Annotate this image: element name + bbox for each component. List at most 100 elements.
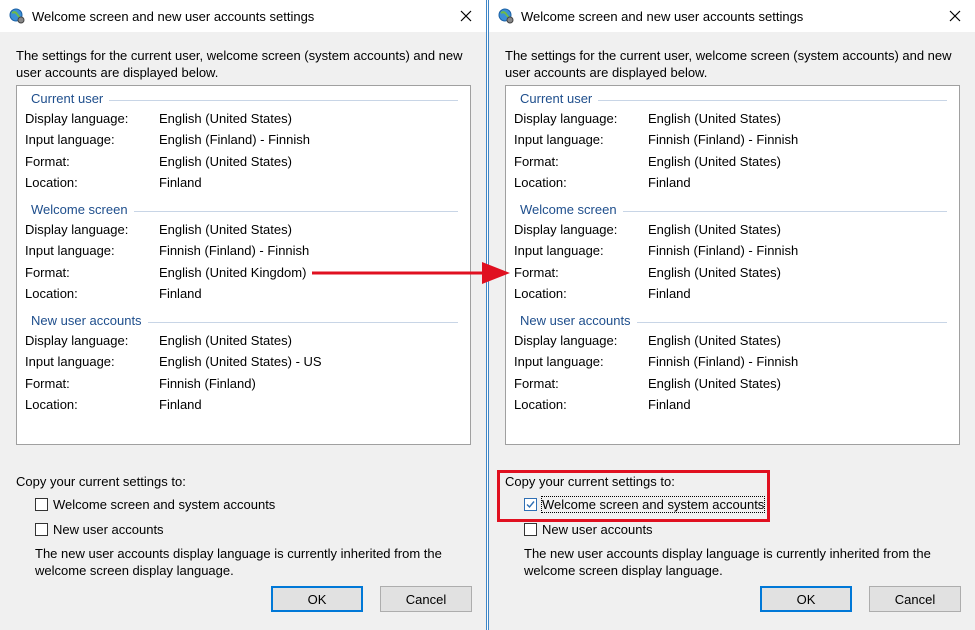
new-user-accounts-checkbox[interactable]: New user accounts — [35, 522, 164, 537]
setting-row: Display language: English (United States) — [506, 219, 959, 240]
cancel-button[interactable]: Cancel — [869, 586, 961, 612]
setting-row: Location: Finland — [17, 394, 470, 415]
welcome-screen-checkbox[interactable]: Welcome screen and system accounts — [35, 497, 275, 512]
setting-label: Location: — [514, 396, 567, 412]
setting-row: Display language: English (United States) — [17, 330, 470, 351]
setting-label: Format: — [514, 264, 559, 280]
setting-label: Input language: — [25, 132, 115, 148]
setting-value: Finland — [159, 285, 202, 301]
dialog-after: Welcome screen and new user accounts set… — [488, 0, 975, 630]
cancel-button[interactable]: Cancel — [380, 586, 472, 612]
setting-row: Format: Finnish (Finland) — [17, 373, 470, 394]
ok-button[interactable]: OK — [760, 586, 852, 612]
dialog-title: Welcome screen and new user accounts set… — [521, 9, 804, 24]
setting-row: Display language: English (United States) — [17, 219, 470, 240]
section-current-user: Current user Display language: English (U… — [17, 91, 470, 193]
section-title: Welcome screen — [31, 202, 134, 217]
setting-value: English (United States) — [648, 111, 781, 126]
inheritance-note: The new user accounts display language i… — [524, 546, 931, 578]
setting-value: English (United States) — [648, 264, 781, 280]
setting-value: Finland — [159, 174, 202, 190]
section-new-user-accounts: New user accounts Display language: Engli… — [506, 313, 959, 415]
setting-label: Display language: — [25, 222, 129, 237]
section-title: Current user — [31, 91, 110, 106]
setting-label: Input language: — [25, 354, 115, 370]
setting-label: Location: — [25, 396, 78, 412]
checkbox-label[interactable]: New user accounts — [53, 522, 164, 537]
section-welcome-screen: Welcome screen Display language: English … — [506, 202, 959, 304]
setting-value: Finnish (Finland) — [159, 375, 256, 391]
intro-text: The settings for the current user, welco… — [16, 48, 463, 80]
highlight-box — [497, 470, 770, 522]
setting-value: English (United States) — [648, 333, 781, 348]
section-new-user-accounts: New user accounts Display language: Engli… — [17, 313, 470, 415]
setting-label: Format: — [25, 375, 70, 391]
setting-value: Finnish (Finland) - Finnish — [159, 243, 310, 259]
setting-value: English (United States) — [159, 153, 292, 169]
copy-settings-label: Copy your current settings to: — [16, 474, 186, 489]
setting-row: Input language: Finnish (Finland) - Finni… — [506, 240, 959, 261]
title-bar: Welcome screen and new user accounts set… — [0, 0, 486, 32]
setting-value: Finland — [159, 396, 202, 412]
setting-value: English (United States) - US — [159, 354, 322, 370]
setting-label: Format: — [25, 264, 70, 280]
setting-value: English (United States) — [159, 111, 292, 126]
setting-label: Format: — [514, 375, 559, 391]
globe-gear-icon — [9, 8, 25, 24]
section-title: New user accounts — [31, 313, 148, 328]
setting-row: Format: English (United States) — [506, 373, 959, 394]
inheritance-note: The new user accounts display language i… — [35, 546, 442, 578]
close-icon[interactable] — [446, 0, 486, 32]
section-title: New user accounts — [520, 313, 637, 328]
setting-row: Input language: Finnish (Finland) - Finni… — [506, 351, 959, 372]
setting-value: English (United States) — [648, 222, 781, 237]
close-icon[interactable] — [935, 0, 975, 32]
checkbox-box[interactable] — [35, 523, 48, 536]
globe-gear-icon — [498, 8, 514, 24]
setting-row: Location: Finland — [17, 283, 470, 304]
setting-label: Input language: — [514, 354, 604, 370]
setting-row: Input language: Finnish (Finland) - Finni… — [17, 240, 470, 261]
ok-button[interactable]: OK — [271, 586, 363, 612]
setting-row: Format: English (United States) — [506, 262, 959, 283]
setting-row: Display language: English (United States) — [506, 330, 959, 351]
setting-label: Location: — [25, 285, 78, 301]
setting-row: Location: Finland — [17, 172, 470, 193]
setting-label: Format: — [25, 153, 70, 169]
setting-row: Input language: Finnish (Finland) - Finni… — [506, 129, 959, 150]
setting-label: Display language: — [514, 333, 618, 348]
settings-panel: Current user Display language: English (U… — [505, 85, 960, 445]
setting-row: Location: Finland — [506, 283, 959, 304]
checkbox-box[interactable] — [524, 523, 537, 536]
setting-value: English (United States) — [159, 222, 292, 237]
settings-panel: Current user Display language: English (U… — [16, 85, 471, 445]
checkbox-label[interactable]: New user accounts — [542, 522, 653, 537]
setting-row: Input language: English (United States) -… — [17, 351, 470, 372]
setting-label: Input language: — [514, 132, 604, 148]
dialog-before: Welcome screen and new user accounts set… — [0, 0, 487, 630]
setting-row: Format: English (United Kingdom) — [17, 262, 470, 283]
setting-row: Display language: English (United States) — [17, 108, 470, 129]
setting-label: Display language: — [25, 333, 129, 348]
setting-value: Finland — [648, 174, 691, 190]
setting-label: Location: — [514, 285, 567, 301]
setting-label: Location: — [25, 174, 78, 190]
section-welcome-screen: Welcome screen Display language: English … — [17, 202, 470, 304]
setting-value: Finnish (Finland) - Finnish — [648, 354, 799, 370]
checkbox-label[interactable]: Welcome screen and system accounts — [53, 497, 275, 512]
setting-label: Display language: — [514, 222, 618, 237]
new-user-accounts-checkbox[interactable]: New user accounts — [524, 522, 653, 537]
setting-label: Display language: — [514, 111, 618, 126]
section-current-user: Current user Display language: English (U… — [506, 91, 959, 193]
setting-label: Format: — [514, 153, 559, 169]
setting-value: English (United States) — [648, 153, 781, 169]
setting-row: Display language: English (United States) — [506, 108, 959, 129]
setting-label: Display language: — [25, 111, 129, 126]
setting-value: English (United States) — [159, 333, 292, 348]
setting-row: Location: Finland — [506, 172, 959, 193]
dialog-title: Welcome screen and new user accounts set… — [32, 9, 315, 24]
setting-row: Format: English (United States) — [17, 151, 470, 172]
section-title: Welcome screen — [520, 202, 623, 217]
checkbox-box[interactable] — [35, 498, 48, 511]
setting-label: Location: — [514, 174, 567, 190]
